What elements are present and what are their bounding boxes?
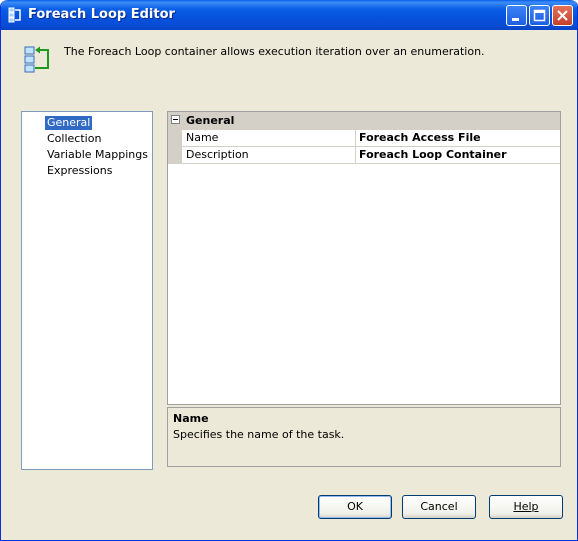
help-button[interactable]: Help xyxy=(489,495,563,519)
description-text: Specifies the name of the task. xyxy=(173,428,345,441)
minimize-icon xyxy=(512,18,519,21)
nav-item-expressions[interactable]: Expressions xyxy=(45,164,114,178)
ok-button[interactable]: OK xyxy=(318,495,392,519)
help-button-label: Help xyxy=(513,500,539,513)
row-gutter xyxy=(168,130,182,147)
maximize-icon xyxy=(533,9,546,22)
property-name: Name xyxy=(182,130,356,146)
row-gutter xyxy=(168,147,182,164)
category-row-general[interactable]: General xyxy=(168,112,560,130)
window-title: Foreach Loop Editor xyxy=(28,7,175,22)
nav-item-variable-mappings[interactable]: Variable Mappings xyxy=(45,148,150,162)
collapse-icon[interactable] xyxy=(171,115,180,124)
title-bar[interactable]: Foreach Loop Editor xyxy=(1,0,577,30)
close-button[interactable] xyxy=(552,5,573,26)
property-value-description[interactable]: Foreach Loop Container xyxy=(357,147,560,163)
property-row-description[interactable]: Description Foreach Loop Container xyxy=(168,147,560,164)
page-navigation-list: General Collection Variable Mappings Exp… xyxy=(21,111,153,470)
foreach-loop-editor-window: Foreach Loop Editor The Foreach Loop con… xyxy=(0,0,578,541)
nav-item-collection[interactable]: Collection xyxy=(45,132,103,146)
cancel-button[interactable]: Cancel xyxy=(402,495,476,519)
minimize-button[interactable] xyxy=(506,5,527,26)
nav-item-general[interactable]: General xyxy=(45,116,93,130)
property-description-panel: Name Specifies the name of the task. xyxy=(167,407,561,467)
header-description: The Foreach Loop container allows execut… xyxy=(64,45,485,58)
description-title: Name xyxy=(173,412,209,425)
maximize-button[interactable] xyxy=(529,5,550,26)
property-name: Description xyxy=(182,147,356,163)
category-label: General xyxy=(186,114,235,127)
property-row-name[interactable]: Name Foreach Access File xyxy=(168,130,560,147)
foreach-container-icon xyxy=(23,44,51,74)
property-value-name[interactable]: Foreach Access File xyxy=(357,130,560,146)
foreach-container-icon xyxy=(7,7,23,23)
close-icon xyxy=(557,10,568,21)
property-grid: General Name Foreach Access File Descrip… xyxy=(167,111,561,405)
